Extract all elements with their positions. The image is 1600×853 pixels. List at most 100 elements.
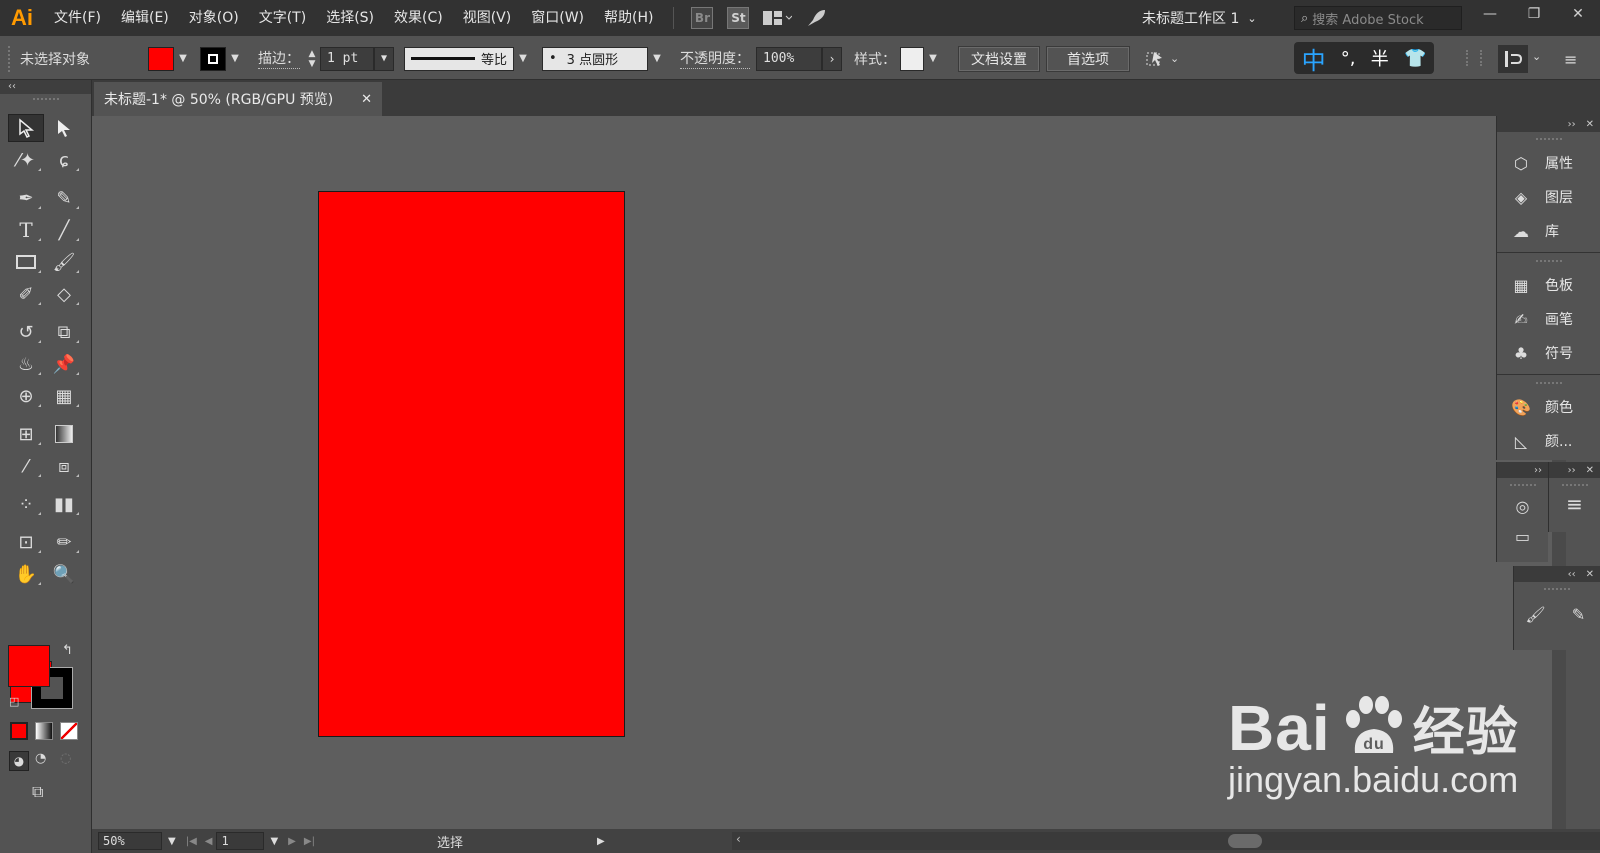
stroke-weight-field[interactable]: 1 pt — [320, 46, 374, 71]
ime-width[interactable]: 半 — [1371, 45, 1389, 71]
hand-tool[interactable]: ✋ — [8, 560, 44, 588]
hamburger-menu-icon[interactable]: ≡ — [1563, 492, 1587, 516]
stroke-dropdown[interactable]: ▼ — [226, 47, 244, 71]
menu-window[interactable]: 窗口(W) — [521, 0, 594, 36]
default-fill-stroke-icon[interactable]: ◰ — [9, 695, 19, 708]
expand-panels-icon[interactable]: ›› — [1568, 119, 1576, 130]
selection-tool[interactable] — [8, 114, 44, 142]
minimize-button[interactable]: — — [1468, 0, 1512, 28]
magic-wand-tool[interactable]: ⁄✦ — [8, 146, 44, 174]
menu-edit[interactable]: 编辑(E) — [111, 0, 179, 36]
eyedropper-tool[interactable]: ⁄ — [8, 452, 44, 480]
panel-menu-icon[interactable]: ≡ — [1564, 50, 1577, 69]
first-artboard-icon[interactable]: |◀ — [186, 836, 197, 847]
menu-view[interactable]: 视图(V) — [453, 0, 522, 36]
column-graph-tool[interactable]: ▮▮ — [46, 490, 82, 518]
panel-dock-header[interactable]: ‹‹ ✕ — [1514, 566, 1600, 582]
shaper-tool[interactable]: ✐ — [8, 280, 44, 308]
artboard-number-field[interactable]: 1 — [216, 832, 265, 850]
opacity-expand[interactable]: › — [822, 46, 842, 71]
opacity-field[interactable]: 100% — [756, 46, 822, 71]
arrange-documents-button[interactable] — [762, 6, 793, 30]
brush-definition-dropdown[interactable]: ▼ — [648, 47, 666, 71]
puppet-warp-tool[interactable]: 📌 — [46, 350, 82, 378]
arrange-options-button[interactable]: ⌄ — [1144, 48, 1179, 70]
gradient-button[interactable] — [35, 722, 53, 740]
rectangle-tool[interactable] — [8, 248, 44, 276]
panel-dock-header[interactable]: ›› — [1497, 462, 1548, 478]
previous-artboard-icon[interactable]: ◀ — [205, 836, 213, 847]
style-swatch[interactable] — [900, 46, 924, 71]
expand-panels-icon[interactable]: ›› — [1534, 465, 1542, 476]
menu-object[interactable]: 对象(O) — [179, 0, 249, 36]
style-dropdown[interactable]: ▼ — [924, 47, 942, 71]
panel-properties[interactable]: ⬡ 属性 — [1497, 146, 1600, 180]
close-icon[interactable]: ✕ — [1586, 465, 1594, 476]
menu-effect[interactable]: 效果(C) — [384, 0, 453, 36]
bridge-button[interactable]: Br — [690, 6, 714, 30]
gradient-tool[interactable] — [46, 420, 82, 448]
chevron-down-icon[interactable]: ⌄ — [1532, 50, 1541, 63]
control-bar-grip[interactable] — [8, 45, 14, 72]
draw-behind-icon[interactable]: ◔ — [35, 751, 46, 766]
ime-mode[interactable]: 中 — [1302, 41, 1326, 76]
panel-color-guide[interactable]: ◺ 颜... — [1497, 424, 1600, 458]
last-artboard-icon[interactable]: ▶| — [304, 836, 315, 847]
opacity-label[interactable]: 不透明度： — [680, 48, 750, 69]
close-tab-icon[interactable]: ✕ — [361, 92, 372, 107]
mesh-tool[interactable]: ⊞ — [8, 420, 44, 448]
blob-brush-icon[interactable]: 🖌 — [1524, 602, 1548, 626]
panel-symbols[interactable]: ♣ 符号 — [1497, 336, 1600, 370]
panel-brushes[interactable]: ✍ 画笔 — [1497, 302, 1600, 336]
status-menu-icon[interactable]: ▶ — [597, 836, 605, 847]
horizontal-scrollbar[interactable]: ‹ — [732, 832, 1600, 850]
stroke-label[interactable]: 描边： — [258, 48, 300, 69]
horizontal-scroll-thumb[interactable] — [1228, 834, 1262, 848]
stock-search-input[interactable]: ⌕ 搜索 Adobe Stock — [1294, 6, 1462, 30]
stroke-weight-stepper[interactable]: ▲ ▼ — [304, 47, 320, 71]
slice-tool[interactable]: ✏ — [46, 528, 82, 556]
menu-select[interactable]: 选择(S) — [316, 0, 384, 36]
expand-panels-icon[interactable]: ›› — [1568, 465, 1576, 476]
fill-dropdown[interactable]: ▼ — [174, 47, 192, 71]
chevron-down-icon[interactable]: ▼ — [270, 836, 278, 847]
lasso-tool[interactable]: ɕ — [46, 146, 82, 174]
collapse-panels-icon[interactable]: ‹‹ — [1568, 569, 1576, 580]
none-button[interactable] — [60, 722, 78, 740]
scale-tool[interactable]: ⧉ — [46, 318, 82, 346]
close-icon[interactable]: ✕ — [1586, 119, 1594, 130]
document-setup-button[interactable]: 文档设置 — [958, 45, 1040, 72]
stroke-color-swatch[interactable] — [200, 46, 226, 71]
brush-definition-select[interactable]: • 3 点圆形 — [542, 46, 648, 71]
panel-dock-header[interactable]: ›› ✕ — [1497, 116, 1600, 132]
pen-tool[interactable]: ✒ — [8, 184, 44, 212]
perspective-grid-tool[interactable]: ▦ — [46, 382, 82, 410]
close-icon[interactable]: ✕ — [1586, 569, 1594, 580]
gpu-performance-button[interactable] — [804, 6, 828, 30]
panel-swatches[interactable]: ▦ 色板 — [1497, 268, 1600, 302]
warp-tool[interactable]: ♨ — [8, 350, 44, 378]
alignment-button[interactable] — [1498, 45, 1528, 73]
zoom-tool[interactable]: 🔍 — [46, 560, 82, 588]
red-rectangle[interactable] — [318, 191, 625, 737]
panel-dock-header[interactable]: ›› ✕ — [1549, 462, 1600, 478]
toolbar-collapse[interactable]: ‹‹ — [0, 80, 91, 94]
stroke-profile-dropdown[interactable]: ▼ — [514, 47, 532, 71]
close-window-button[interactable]: ✕ — [1556, 0, 1600, 28]
restore-button[interactable]: ❐ — [1512, 0, 1556, 28]
workspace-switcher[interactable]: 未标题工作区 1 ⌄ — [1142, 0, 1257, 36]
color-button[interactable] — [10, 722, 28, 740]
eraser-tool[interactable]: ◇ — [46, 280, 82, 308]
panel-layers[interactable]: ◈ 图层 — [1497, 180, 1600, 214]
draw-normal-icon[interactable]: ◕ — [9, 751, 29, 771]
fill-color-front[interactable] — [8, 645, 50, 687]
gradient-panel-icon[interactable]: ▭ — [1511, 524, 1535, 548]
symbol-sprayer-tool[interactable]: ⁘ — [8, 490, 44, 518]
swap-fill-stroke-icon[interactable]: ↰ — [62, 643, 73, 658]
artboard-tool[interactable]: ⊡ — [8, 528, 44, 556]
ime-toolbar[interactable]: 中 °, 半 👕 — [1294, 41, 1434, 76]
paintbrush-tool[interactable]: 🖌 — [46, 248, 82, 276]
direct-selection-tool[interactable] — [46, 114, 82, 142]
stroke-weight-dropdown[interactable]: ▼ — [374, 46, 394, 71]
document-tab[interactable]: 未标题-1* @ 50% (RGB/GPU 预览) ✕ — [94, 82, 382, 116]
